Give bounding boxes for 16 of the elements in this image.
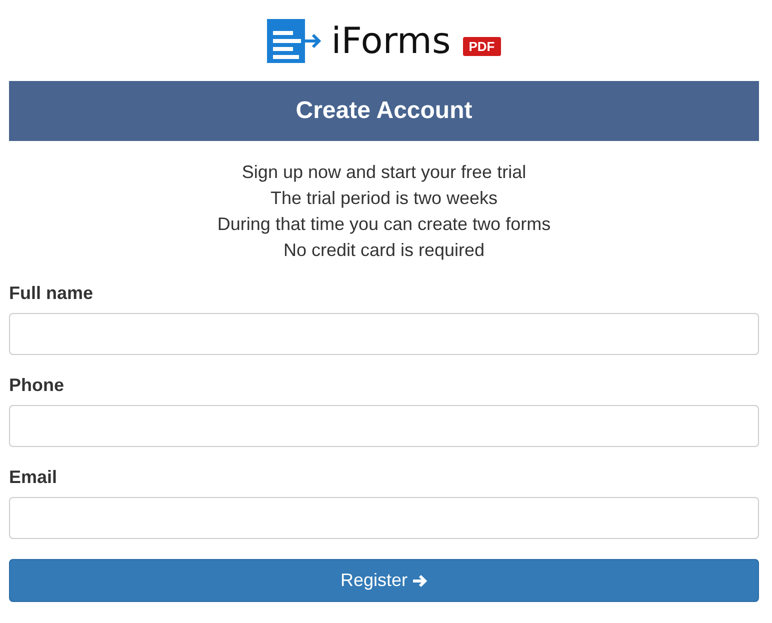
pdf-badge: PDF (462, 36, 501, 56)
document-arrow-icon (267, 19, 324, 63)
register-button[interactable]: Register (9, 559, 759, 602)
page-title: Create Account (296, 97, 472, 125)
input-field[interactable] (9, 497, 759, 539)
intro-text: During that time you can create two forms (216, 213, 552, 236)
logo-text: iForms (331, 20, 451, 62)
intro-text: The trial period is two weeks (269, 187, 499, 210)
intro-text: Sign up now and start your free trial (240, 161, 528, 184)
field-label: Email (9, 467, 58, 488)
field-label: Full name (9, 283, 94, 304)
arrow-right-icon (412, 574, 428, 588)
intro-text: No credit card is required (282, 239, 486, 262)
field-label: Phone (9, 375, 66, 396)
input-field[interactable] (9, 313, 759, 355)
input-field[interactable] (9, 405, 759, 447)
